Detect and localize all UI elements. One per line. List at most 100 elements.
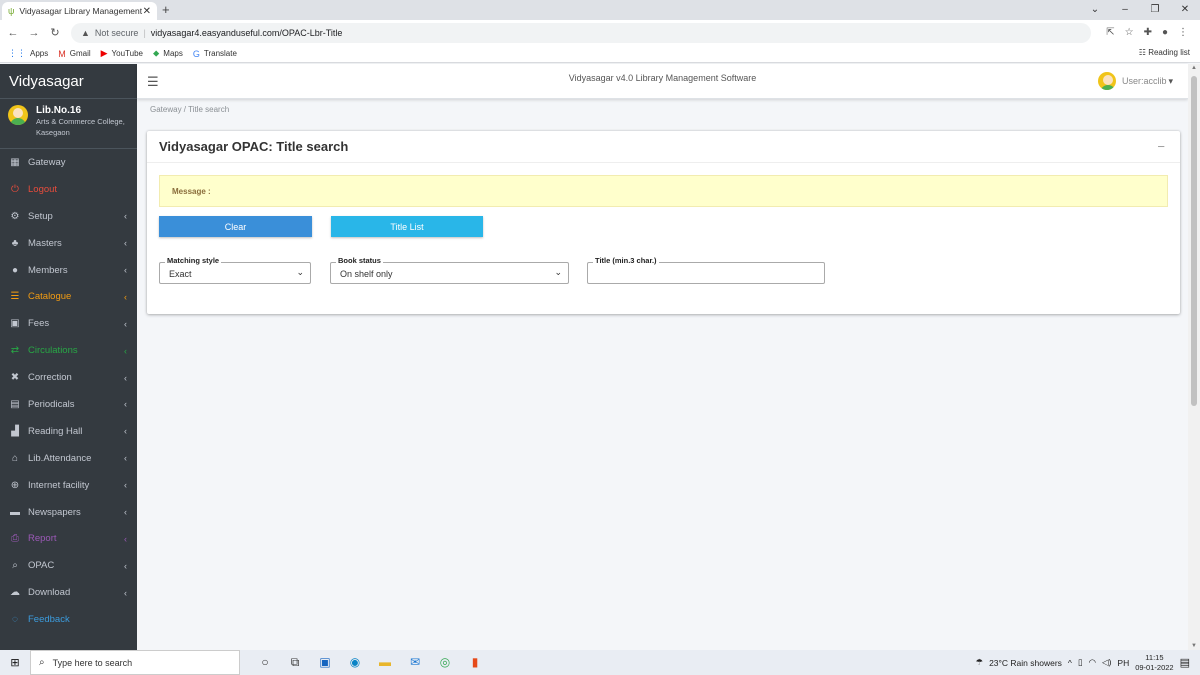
tab-search-icon[interactable]: ⌄ <box>1080 0 1110 20</box>
reader-icon: ▟ <box>11 425 19 437</box>
scrollbar-thumb[interactable] <box>1191 76 1197 406</box>
scroll-up-icon[interactable]: ▲ <box>1188 65 1200 71</box>
chevron-left-icon: ‹ <box>124 507 127 518</box>
exchange-icon: ⇄ <box>10 345 20 357</box>
sidebar-item-fees[interactable]: ▣ Fees ‹ <box>0 310 137 337</box>
weather-text[interactable]: 23°C Rain showers <box>989 658 1062 668</box>
sidebar-item-correction[interactable]: ✖ Correction ‹ <box>0 364 137 391</box>
profile-icon[interactable]: ● <box>1162 27 1168 38</box>
bookmark-apps[interactable]: ⋮⋮ Apps <box>8 48 48 59</box>
warning-icon[interactable]: ▲ <box>81 28 90 38</box>
reload-icon[interactable]: ↻ <box>47 26 63 39</box>
university-icon: ⌂ <box>11 452 19 464</box>
sidebar-item-gateway[interactable]: ▦ Gateway <box>0 149 137 176</box>
app-title: Vidyasagar v4.0 Library Management Softw… <box>568 73 757 83</box>
page-scrollbar[interactable]: ▲ ▼ <box>1188 64 1200 650</box>
tray-chevron-up-icon[interactable]: ^ <box>1068 658 1072 668</box>
taskbar-search-box[interactable]: ⌕ Type here to search <box>30 650 240 675</box>
cortana-icon[interactable]: ○ <box>250 655 280 670</box>
forward-icon[interactable]: → <box>26 27 42 39</box>
user-panel: Lib.No.16 Arts & Commerce College, Kaseg… <box>0 99 137 149</box>
bookmark-gmail[interactable]: M Gmail <box>58 49 90 59</box>
title-input[interactable]: Title (min.3 char.) <box>587 256 825 284</box>
top-navbar: ☰ Vidyasagar v4.0 Library Management Sof… <box>137 64 1188 99</box>
sidebar-item-periodicals[interactable]: ▤ Periodicals ‹ <box>0 391 137 418</box>
caret-down-icon: ▾ <box>1168 75 1173 86</box>
book-status-select[interactable]: Book status On shelf only ⌄ <box>330 256 569 284</box>
user-info: Lib.No.16 Arts & Commerce College, Kaseg… <box>36 105 125 142</box>
bookmark-maps[interactable]: ⬥ Maps <box>153 48 183 59</box>
notifications-icon[interactable]: ▤ <box>1180 656 1190 669</box>
chevron-left-icon: ‹ <box>124 560 127 571</box>
user-menu[interactable]: User:acclib ▾ <box>1097 72 1173 90</box>
chevron-left-icon: ‹ <box>124 291 127 302</box>
wifi-icon[interactable]: ◠ <box>1089 657 1096 668</box>
menu-dots-icon[interactable]: ⋮ <box>1178 27 1188 38</box>
avatar <box>8 105 28 125</box>
edge-icon[interactable]: ◉ <box>340 655 370 670</box>
restore-icon[interactable]: ❐ <box>1140 0 1170 20</box>
sidebar-item-feedback[interactable]: ◌ Feedback <box>0 606 137 633</box>
clear-button[interactable]: Clear <box>159 216 312 237</box>
sidebar-item-download[interactable]: ☁ Download ‹ <box>0 579 137 606</box>
sidebar-item-lib-attendance[interactable]: ⌂ Lib.Attendance ‹ <box>0 445 137 472</box>
battery-icon[interactable]: ▯ <box>1078 657 1083 668</box>
comment-icon: ◌ <box>12 614 18 626</box>
close-window-icon[interactable]: ✕ <box>1170 0 1200 20</box>
windows-taskbar: ⊞ ⌕ Type here to search ○ ⧉ ▣ ◉ ▬ ✉ ◎ ▮ … <box>0 650 1200 675</box>
browser-tools: ⇱ ☆ ✚ ● ⋮ <box>1106 27 1188 38</box>
store-icon[interactable]: ▣ <box>310 655 340 670</box>
sidebar-item-masters[interactable]: ♣ Masters ‹ <box>0 230 137 257</box>
page-title: Vidyasagar OPAC: Title search <box>159 139 349 154</box>
matching-style-value: Exact <box>169 269 192 279</box>
back-icon[interactable]: ← <box>5 27 21 39</box>
sidebar-item-circulations[interactable]: ⇄ Circulations ‹ <box>0 337 137 364</box>
volume-icon[interactable]: ◁) <box>1102 657 1111 668</box>
clock-date: 09-01-2022 <box>1135 662 1174 672</box>
sidebar-item-opac[interactable]: ⌕ OPAC ‹ <box>0 552 137 579</box>
file-explorer-icon[interactable]: ▬ <box>370 655 400 670</box>
close-tab-icon[interactable]: ✕ <box>143 6 151 17</box>
mail-icon[interactable]: ✉ <box>400 655 430 670</box>
sidebar-item-internet-facility[interactable]: ⊕ Internet facility ‹ <box>0 472 137 499</box>
chevron-down-icon: ⌄ <box>296 267 304 277</box>
brand-link[interactable]: Vidyasagar <box>0 64 137 99</box>
maps-icon: ⬥ <box>152 48 160 58</box>
browser-tab[interactable]: ψ Vidyasagar Library Management ✕ <box>2 2 157 20</box>
sidebar-item-catalogue[interactable]: ☰ Catalogue ‹ <box>0 283 137 310</box>
chevron-left-icon: ‹ <box>124 453 127 464</box>
address-bar[interactable]: ▲ Not secure | vidyasagar4.easyanduseful… <box>71 22 1091 43</box>
book-open-icon: ▤ <box>10 398 20 410</box>
message-label: Message : <box>172 186 211 196</box>
sidebar-item-report[interactable]: ⎙ Report ‹ <box>0 525 137 552</box>
title-list-button[interactable]: Title List <box>331 216 483 237</box>
bookmark-translate[interactable]: G Translate <box>193 49 237 59</box>
sidebar-item-members[interactable]: ● Members ‹ <box>0 257 137 284</box>
minimize-icon[interactable]: – <box>1110 0 1140 20</box>
translate-icon: G <box>192 48 200 59</box>
extensions-icon[interactable]: ✚ <box>1144 27 1152 38</box>
collapse-minus-icon[interactable]: − <box>1157 139 1165 154</box>
tab-title: Vidyasagar Library Management <box>19 6 143 16</box>
clock[interactable]: 11:15 09-01-2022 <box>1135 653 1173 673</box>
bookmark-youtube[interactable]: ▶ YouTube <box>101 48 143 59</box>
office-icon[interactable]: ▮ <box>460 655 490 670</box>
newspaper-icon: ▬ <box>10 506 20 518</box>
sidebar-item-logout[interactable]: ⏻ Logout <box>0 176 137 203</box>
sidebar-item-newspapers[interactable]: ▬ Newspapers ‹ <box>0 499 137 526</box>
sidebar: Vidyasagar Lib.No.16 Arts & Commerce Col… <box>0 64 137 650</box>
book-status-label: Book status <box>336 256 383 265</box>
task-view-icon[interactable]: ⧉ <box>280 655 310 670</box>
sidebar-item-setup[interactable]: ⚙ Setup ‹ <box>0 203 137 230</box>
sidebar-item-reading-hall[interactable]: ▟ Reading Hall ‹ <box>0 418 137 445</box>
chrome-icon[interactable]: ◎ <box>430 655 460 670</box>
language-indicator[interactable]: PH <box>1117 658 1129 668</box>
system-tray: ☂ 23°C Rain showers ^ ▯ ◠ ◁) PH 11:15 09… <box>975 650 1190 675</box>
reading-list-button[interactable]: ☷ Reading list <box>1139 48 1190 57</box>
matching-style-select[interactable]: Matching style Exact ⌄ <box>159 256 311 284</box>
scroll-down-icon[interactable]: ▼ <box>1188 643 1200 649</box>
new-tab-icon[interactable]: + <box>162 2 170 17</box>
bookmark-star-icon[interactable]: ☆ <box>1125 27 1134 38</box>
share-icon[interactable]: ⇱ <box>1106 27 1114 38</box>
windows-start-icon[interactable]: ⊞ <box>0 656 30 669</box>
